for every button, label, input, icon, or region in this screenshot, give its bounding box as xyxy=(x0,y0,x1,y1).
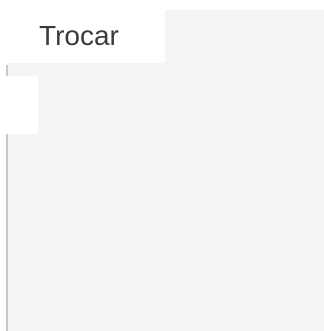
screen: Trocar xyxy=(0,0,324,331)
side-tab-blank[interactable] xyxy=(0,76,38,134)
tab-label: Trocar xyxy=(39,20,119,51)
tab-trocar[interactable]: Trocar xyxy=(0,10,165,63)
